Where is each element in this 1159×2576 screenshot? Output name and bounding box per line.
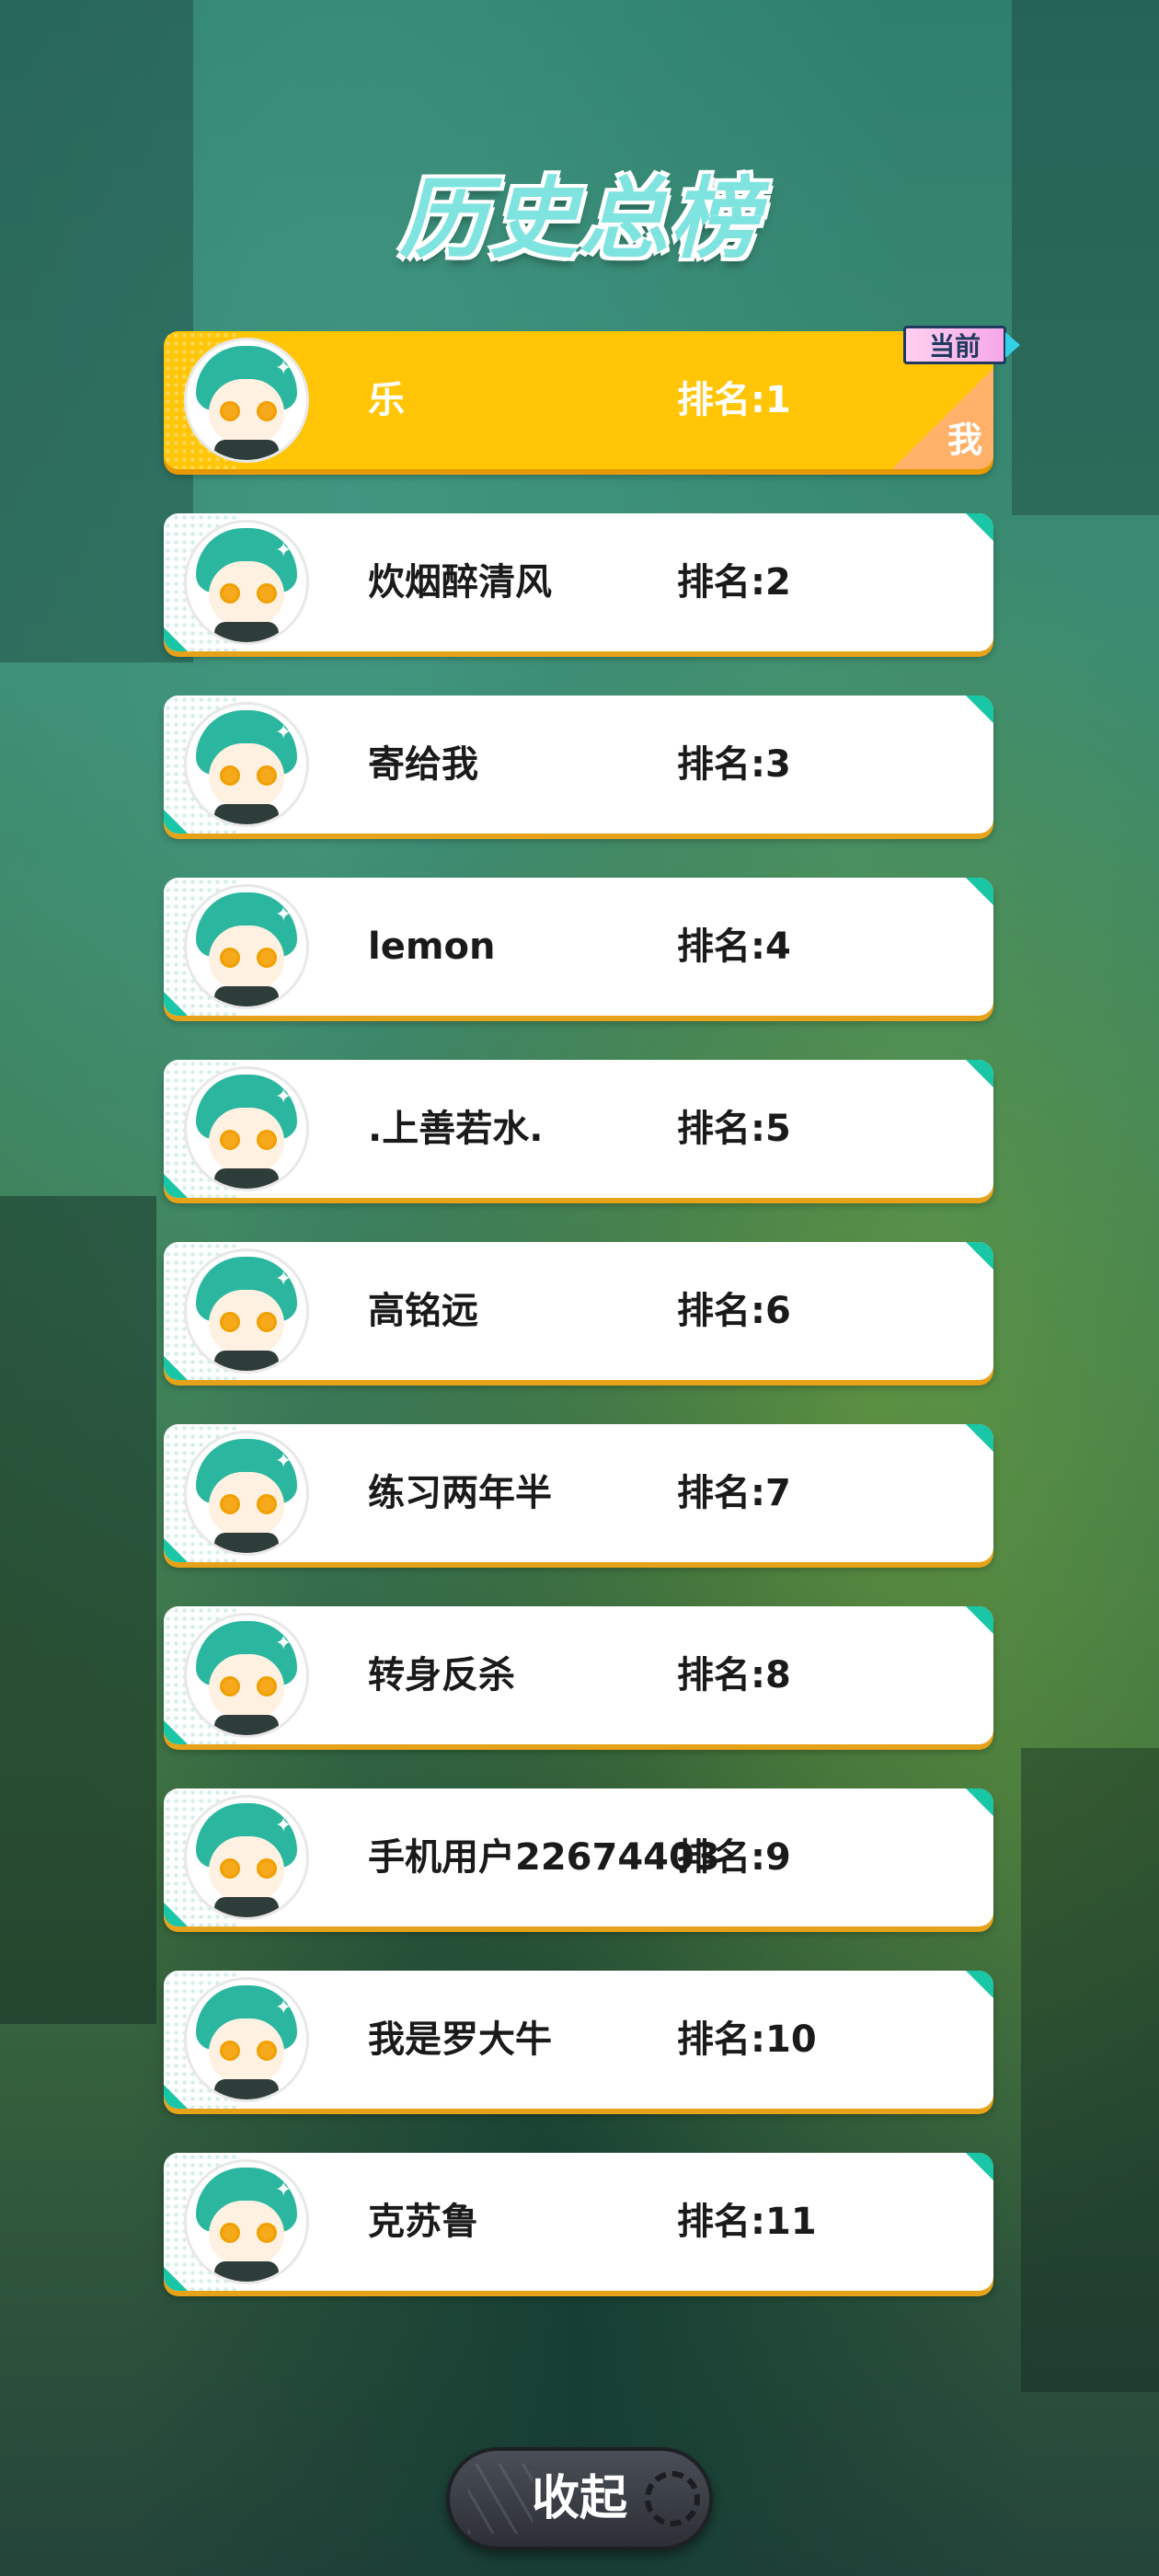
- corner-accent: [966, 513, 993, 541]
- avatar: ✦: [184, 1795, 309, 1920]
- leaderboard-row[interactable]: ✦ 练习两年半 排名:7: [164, 1424, 993, 1562]
- corner-accent: [164, 992, 188, 1016]
- corner-accent: [966, 1424, 993, 1452]
- player-rank: 排名:8: [677, 1654, 791, 1696]
- player-rank: 排名:7: [677, 1472, 791, 1514]
- leaderboard-row[interactable]: ✦ 手机用户22674403 排名:9: [164, 1788, 993, 1926]
- player-rank: 排名:11: [677, 2201, 817, 2243]
- player-name: 炊烟醉清风: [368, 561, 552, 604]
- avatar: ✦: [184, 1977, 309, 2102]
- player-name: 寄给我: [368, 743, 478, 786]
- corner-accent: [966, 1606, 993, 1634]
- player-name: .上善若水.: [368, 1108, 544, 1150]
- current-badge: 当前: [903, 326, 1020, 364]
- leaderboard-row[interactable]: ✦ .上善若水. 排名:5: [164, 1060, 993, 1198]
- leaderboard-row[interactable]: ✦ 高铭远 排名:6: [164, 1242, 993, 1380]
- corner-accent: [966, 1242, 993, 1270]
- player-rank: 排名:3: [677, 743, 791, 786]
- player-rank: 排名:5: [677, 1108, 791, 1150]
- avatar: ✦: [184, 1248, 309, 1374]
- player-rank: 排名:6: [677, 1290, 791, 1332]
- leaderboard-row[interactable]: ✦ lemon 排名:4: [164, 878, 993, 1016]
- corner-accent: [966, 878, 993, 905]
- corner-accent: [966, 696, 993, 723]
- avatar: ✦: [184, 338, 309, 463]
- corner-accent: [164, 2085, 188, 2109]
- player-name: 转身反杀: [368, 1654, 515, 1696]
- corner-accent: [966, 1971, 993, 1998]
- corner-accent: [164, 1356, 188, 1380]
- player-name: 克苏鲁: [368, 2201, 478, 2243]
- collapse-button[interactable]: 收起: [446, 2447, 713, 2550]
- player-rank: 排名:4: [677, 926, 791, 968]
- avatar: ✦: [184, 702, 309, 827]
- leaderboard-list: ✦ 乐 排名:1 我 当前 ✦ 炊烟醉清风 排名:2 ✦ 寄给我 排名:3 ✦ …: [164, 326, 1020, 2335]
- player-rank: 排名:9: [677, 1836, 791, 1879]
- leaderboard-row[interactable]: ✦ 转身反杀 排名:8: [164, 1606, 993, 1744]
- leaderboard-row[interactable]: ✦ 我是罗大牛 排名:10: [164, 1971, 993, 2109]
- page-title: 历史总榜: [399, 167, 760, 270]
- leaderboard-row[interactable]: ✦ 炊烟醉清风 排名:2: [164, 513, 993, 651]
- corner-accent: [966, 2153, 993, 2180]
- player-name: 练习两年半: [368, 1472, 552, 1514]
- corner-accent: [164, 1538, 188, 1562]
- player-rank: 排名:1: [677, 379, 791, 421]
- corner-accent: [966, 1788, 993, 1816]
- me-label: 我: [947, 420, 982, 460]
- avatar: ✦: [184, 884, 309, 1009]
- avatar: ✦: [184, 1431, 309, 1556]
- avatar: ✦: [184, 2159, 309, 2284]
- corner-accent: [164, 1720, 188, 1744]
- player-name: 乐: [368, 379, 405, 421]
- player-name: lemon: [368, 926, 496, 968]
- corner-accent: [164, 1174, 188, 1198]
- corner-accent: [164, 1903, 188, 1926]
- player-name: 手机用户22674403: [368, 1836, 720, 1879]
- corner-accent: [966, 1060, 993, 1087]
- avatar: ✦: [184, 520, 309, 645]
- player-name: 高铭远: [368, 1290, 478, 1332]
- corner-accent: [164, 627, 188, 651]
- background-ruin: [1021, 1748, 1159, 2392]
- background-ruin: [0, 1196, 156, 2024]
- player-rank: 排名:2: [677, 561, 791, 604]
- collapse-button-label: 收起: [531, 2471, 627, 2526]
- leaderboard-row[interactable]: ✦ 克苏鲁 排名:11: [164, 2153, 993, 2291]
- player-name: 我是罗大牛: [368, 2018, 552, 2061]
- avatar: ✦: [184, 1066, 309, 1191]
- player-rank: 排名:10: [677, 2018, 817, 2061]
- corner-accent: [164, 810, 188, 834]
- avatar: ✦: [184, 1613, 309, 1738]
- leaderboard-row[interactable]: ✦ 寄给我 排名:3: [164, 696, 993, 834]
- leaderboard-row-me[interactable]: ✦ 乐 排名:1 我 当前: [164, 326, 1020, 469]
- corner-accent: [164, 2267, 188, 2291]
